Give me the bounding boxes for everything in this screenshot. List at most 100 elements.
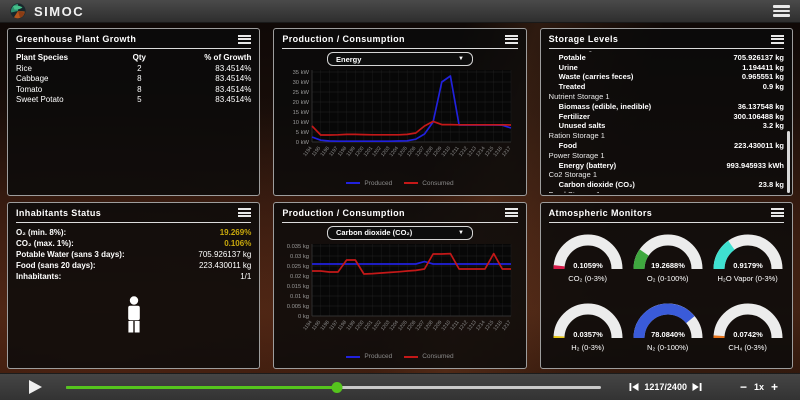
play-button[interactable] xyxy=(26,379,44,395)
storage-item-row: Waste (carries feces) 0.965551 kg xyxy=(549,72,784,82)
table-row: Cabbage883.4514% xyxy=(16,74,251,85)
storage-item-name: Biomass (edible, inedible) xyxy=(549,102,652,112)
panel-menu-icon[interactable] xyxy=(505,208,518,217)
speed-increase-button[interactable]: + xyxy=(771,382,778,392)
gauge-label: CO₂ (0-3%) xyxy=(568,274,607,283)
gauge-arc: 0.0742% xyxy=(711,298,785,342)
status-row: CO₂ (max. 1%):0.106% xyxy=(16,238,251,249)
legend-item: Produced xyxy=(346,353,392,360)
table-cell: 5 xyxy=(113,95,165,106)
table-row: Tomato883.4514% xyxy=(16,85,251,96)
panel-menu-icon[interactable] xyxy=(505,35,518,44)
storage-item-value: 1.194411 kg xyxy=(742,63,784,73)
storage-item-value: 36.137548 kg xyxy=(738,102,784,112)
panel-atmospheric-monitors: Atmospheric Monitors 0.1059%CO₂ (0-3%) 19… xyxy=(540,202,793,370)
gauge-arc: 0.1059% xyxy=(551,229,625,273)
storage-item-name: Urine xyxy=(549,63,578,73)
storage-item-row: Food 223.430011 kg xyxy=(549,141,784,151)
inhabitants-stats: O₂ (min. 8%):19.269%CO₂ (max. 1%):0.106%… xyxy=(16,227,251,282)
slider-thumb[interactable] xyxy=(332,382,343,393)
speed-decrease-button[interactable]: − xyxy=(740,382,747,392)
gauge-value: 78.0840% xyxy=(651,330,685,339)
table-cell: 83.4514% xyxy=(165,74,251,85)
energy-currency-dropdown[interactable]: Energy ▼ xyxy=(327,52,473,66)
gauge-label: H₂O Vapor (0-3%) xyxy=(718,274,778,283)
storage-item-name: Carbon dioxide (CO₂) xyxy=(549,180,635,190)
main-menu-button[interactable] xyxy=(773,5,790,17)
co2-currency-dropdown[interactable]: Carbon dioxide (CO₂) ▼ xyxy=(327,226,473,240)
status-row: O₂ (min. 8%):19.269% xyxy=(16,227,251,238)
gauge-arc: 0.0357% xyxy=(551,298,625,342)
legend-item: Consumed xyxy=(404,180,453,187)
plant-growth-table: Plant SpeciesQty% of GrowthRice283.4514%… xyxy=(16,53,251,106)
table-cell: 83.4514% xyxy=(165,95,251,106)
status-row: Inhabitants: 1/1 xyxy=(16,271,251,282)
svg-text:0 kW: 0 kW xyxy=(295,140,309,146)
co2-line-chart: 0 kg0.005 kg0.01 kg0.015 kg0.02 kg0.025 … xyxy=(282,240,519,352)
gauge-co₂: 0.1059%CO₂ (0-3%) xyxy=(551,229,625,297)
svg-text:0.005 kg: 0.005 kg xyxy=(286,304,308,310)
panel-title: Atmospheric Monitors xyxy=(549,208,653,218)
storage-item-name: Unused salts xyxy=(549,121,606,131)
panel-menu-icon[interactable] xyxy=(771,35,784,44)
gauge-n₂: 78.0840%N₂ (0-100%) xyxy=(631,298,705,366)
app-title: SIMOC xyxy=(34,4,84,19)
status-row: Potable Water (sans 3 days):705.926137 k… xyxy=(16,249,251,260)
legend-swatch xyxy=(346,356,360,358)
legend-label: Consumed xyxy=(422,180,453,187)
chart-legend: Produced Consumed xyxy=(346,178,453,188)
legend-label: Produced xyxy=(364,353,392,360)
energy-line-chart: 0 kW5 kW10 kW15 kW20 kW25 kW30 kW35 kW11… xyxy=(282,66,519,178)
storage-group-header: Ration Storage 1 xyxy=(549,131,784,141)
gauge-ch₄: 0.0742% CH₄ (0-3%) xyxy=(711,298,785,366)
table-cell: Rice xyxy=(16,64,113,75)
storage-item-value: 705.926137 kg xyxy=(734,53,784,63)
chart-legend: ProducedConsumed xyxy=(346,352,453,362)
skip-to-start-button[interactable] xyxy=(629,382,639,392)
storage-item-value: 993.945933 kWh xyxy=(726,161,784,171)
table-cell: 8 xyxy=(113,85,165,96)
scrollbar-thumb[interactable] xyxy=(787,131,790,193)
status-value: 1/1 xyxy=(240,271,251,282)
storage-list[interactable]: Water Storage 1Potable705.926137 kgUrine… xyxy=(549,51,784,193)
dropdown-selected-value: Energy xyxy=(336,55,458,64)
gauge-h₂: 0.0357%H₂ (0-3%) xyxy=(551,298,625,366)
storage-item-name: Waste (carries feces) xyxy=(549,72,634,82)
svg-text:30 kW: 30 kW xyxy=(292,80,309,86)
table-cell: 83.4514% xyxy=(165,64,251,75)
storage-item-row: Urine 1.194411 kg xyxy=(549,63,784,73)
skip-to-end-button[interactable] xyxy=(692,382,702,392)
gauge-value: 0.0357% xyxy=(573,330,603,339)
storage-item-value: 23.8 kg xyxy=(759,180,784,190)
app-header: SIMOC xyxy=(0,0,800,23)
storage-item-value: 223.430011 kg xyxy=(734,141,784,151)
chevron-down-icon: ▼ xyxy=(458,230,464,236)
storage-item-name: Fertilizer xyxy=(549,112,590,122)
table-cell: Tomato xyxy=(16,85,113,96)
legend-label: Produced xyxy=(364,180,392,187)
storage-item-row: Unused salts 3.2 kg xyxy=(549,121,784,131)
status-label: Inhabitants: xyxy=(16,271,61,282)
storage-item-name: Food xyxy=(549,141,577,151)
storage-item-row: Potable705.926137 kg xyxy=(549,53,784,63)
legend-swatch xyxy=(404,182,418,184)
panel-menu-icon[interactable] xyxy=(238,35,251,44)
storage-item-row: Treated0.9 kg xyxy=(549,82,784,92)
storage-item-value: 3.2 kg xyxy=(763,121,784,131)
gauge-value: 0.0742% xyxy=(733,330,763,339)
storage-item-row: Biomass (edible, inedible) 36.137548 kg xyxy=(549,102,784,112)
panel-menu-icon[interactable] xyxy=(771,208,784,217)
storage-group-header: Power Storage 1 xyxy=(549,151,784,161)
panel-inhabitants-status: Inhabitants Status O₂ (min. 8%):19.269%C… xyxy=(7,202,260,370)
panel-menu-icon[interactable] xyxy=(238,208,251,217)
panel-title: Storage Levels xyxy=(549,34,619,44)
timeline-slider[interactable] xyxy=(66,381,601,393)
gauge-label: CH₄ (0-3%) xyxy=(728,343,766,352)
storage-item-value: 0.965551 kg xyxy=(742,72,784,82)
status-value: 705.926137 kg xyxy=(198,249,251,260)
gauge-value: 19.2688% xyxy=(651,261,685,270)
table-cell: Sweet Potato xyxy=(16,95,113,106)
gauge-arc: 0.9179% xyxy=(711,229,785,273)
column-header: Qty xyxy=(113,53,165,64)
playback-bar: 1217/2400 − 1x + xyxy=(0,373,800,400)
